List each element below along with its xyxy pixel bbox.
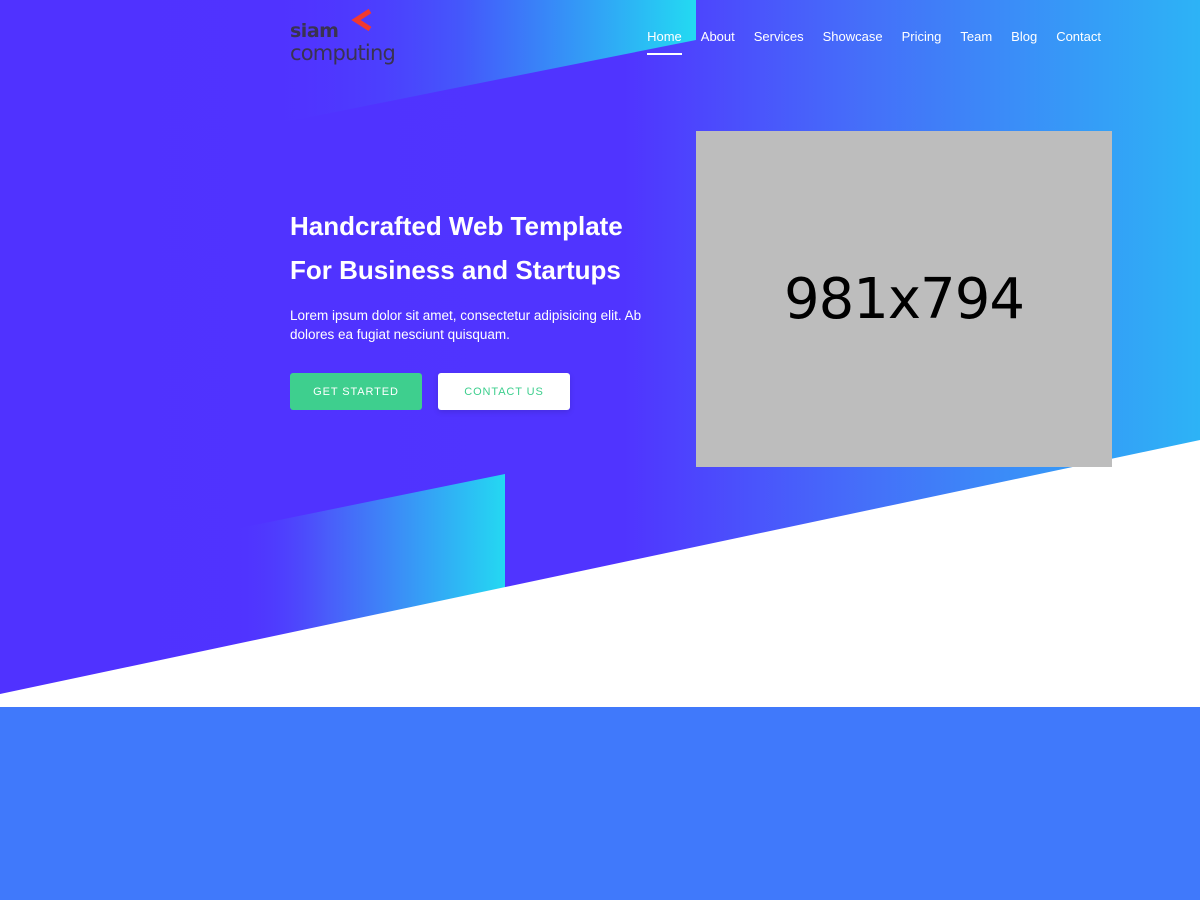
nav-item-pricing[interactable]: Pricing — [902, 29, 942, 45]
site-header: siam computing Home About Services Showc… — [0, 0, 1200, 80]
hero-title-line-1: Handcrafted Web Template — [290, 211, 623, 241]
hero-section: siam computing Home About Services Showc… — [0, 0, 1200, 707]
hero-title: Handcrafted Web Template For Business an… — [290, 204, 680, 292]
logo-text-siam: siam — [290, 20, 339, 42]
hero-title-line-2: For Business and Startups — [290, 255, 621, 285]
chevron-left-icon — [351, 8, 372, 32]
nav-item-home[interactable]: Home — [647, 29, 682, 55]
contact-us-button[interactable]: CONTACT US — [438, 373, 570, 410]
nav-item-blog[interactable]: Blog — [1011, 29, 1037, 45]
next-section — [0, 707, 1200, 900]
logo[interactable]: siam computing — [288, 6, 398, 68]
placeholder-dimensions-text: 981x794 — [784, 266, 1025, 332]
hero-description: Lorem ipsum dolor sit amet, consectetur … — [290, 308, 642, 342]
get-started-button[interactable]: GET STARTED — [290, 373, 422, 410]
logo-text-computing: computing — [290, 41, 396, 65]
nav-item-contact[interactable]: Contact — [1056, 29, 1101, 45]
hero-image-placeholder: 981x794 — [696, 131, 1112, 467]
nav-item-services[interactable]: Services — [754, 29, 804, 45]
main-nav: Home About Services Showcase Pricing Tea… — [647, 29, 1101, 55]
nav-item-about[interactable]: About — [701, 29, 735, 45]
nav-item-showcase[interactable]: Showcase — [823, 29, 883, 45]
nav-item-team[interactable]: Team — [960, 29, 992, 45]
